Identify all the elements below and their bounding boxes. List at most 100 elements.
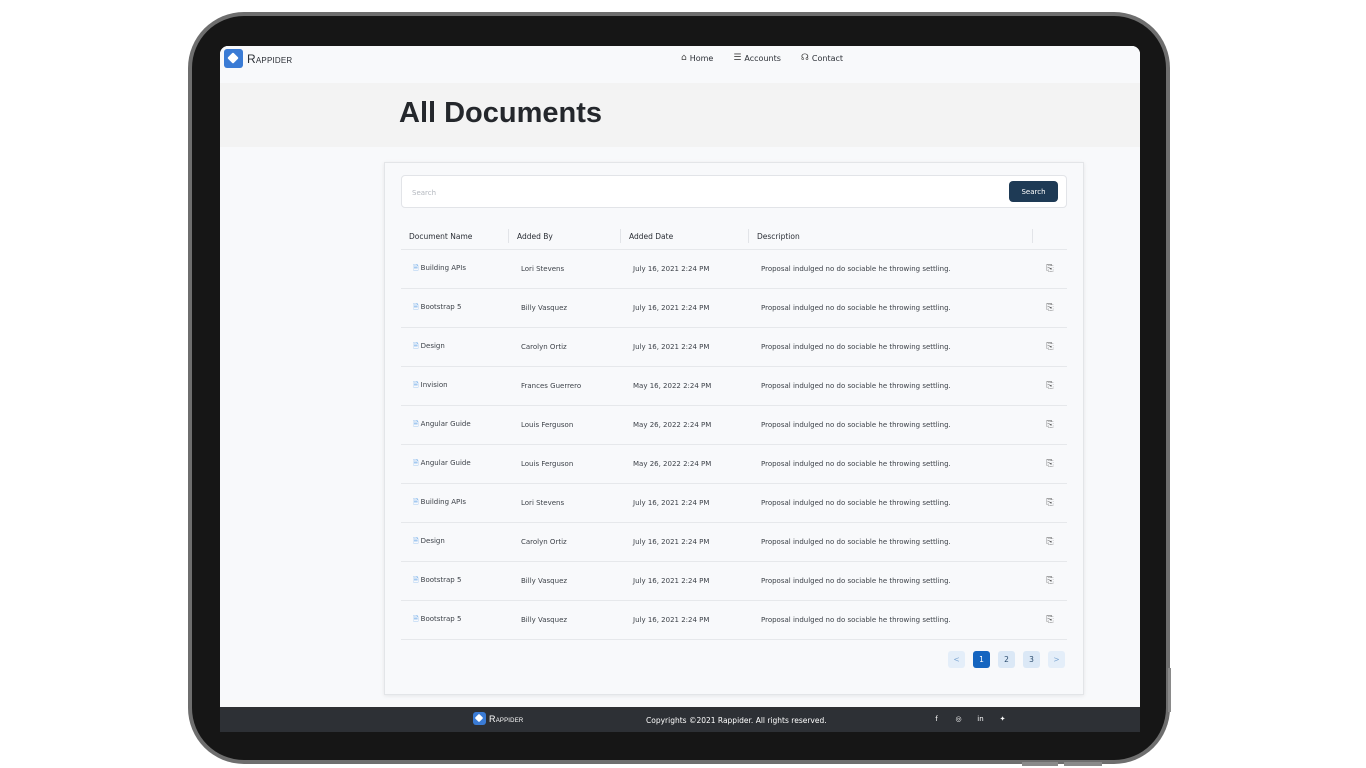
cell-actions: ⎘ [1033,522,1067,562]
document-name: Design [420,536,445,545]
document-name: Building APIs [420,497,466,506]
cell-actions: ⎘ [1033,405,1067,445]
open-document-icon[interactable]: ⎘ [1046,459,1053,469]
document-icon: 🗎 [413,419,419,428]
table-row[interactable]: 🗎 Angular Guide Louis Ferguson May 26, 2022… [401,444,1067,484]
headset-icon: ☊ [800,53,809,63]
nav-item-label: Accounts [744,53,781,63]
cell-document-name[interactable]: 🗎 Angular Guide [401,405,509,445]
brand-name: Rappider [247,51,293,66]
nav-item-contact[interactable]: ☊ Contact [801,53,843,63]
pagination: < 1 2 3 > [948,651,1065,668]
column-header-document-name[interactable]: Document Name [401,224,509,250]
column-header-description[interactable]: Description [749,224,1033,250]
document-icon: 🗎 [413,575,419,584]
page-title: All Documents [399,97,603,129]
document-name: Design [420,341,445,350]
brand[interactable]: Rappider [224,49,292,68]
open-document-icon[interactable]: ⎘ [1046,264,1053,274]
document-name: Angular Guide [420,458,471,467]
app-screen: Rappider ⌂ Home ☰ Accounts ☊ Contact All… [220,46,1140,732]
cell-added-by: Billy Vasquez [509,288,621,328]
open-document-icon[interactable]: ⎘ [1046,420,1053,430]
open-document-icon[interactable]: ⎘ [1046,381,1053,391]
cell-added-by: Lori Stevens [509,249,621,289]
cell-added-by: Billy Vasquez [509,561,621,601]
facebook-icon[interactable]: f [932,714,941,723]
cell-added-by: Carolyn Ortiz [509,522,621,562]
pagination-next-button[interactable]: > [1048,651,1065,668]
document-icon: 🗎 [413,341,419,350]
document-icon: 🗎 [413,380,419,389]
open-document-icon[interactable]: ⎘ [1046,537,1053,547]
cell-document-name[interactable]: 🗎 Bootstrap 5 [401,561,509,601]
cell-description: Proposal indulged no do sociable he thro… [749,405,1033,445]
footer-brand[interactable]: Rappider [473,712,523,725]
tablet-side-button [1168,668,1171,712]
table-row[interactable]: 🗎 Invision Frances Guerrero May 16, 2022 2:… [401,366,1067,406]
tablet-top-button [1022,762,1058,766]
cell-actions: ⎘ [1033,288,1067,328]
cell-description: Proposal indulged no do sociable he thro… [749,483,1033,523]
tablet-top-button-2 [1064,762,1102,766]
nav-item-home[interactable]: ⌂ Home [681,53,713,63]
cell-description: Proposal indulged no do sociable he thro… [749,444,1033,484]
linkedin-icon[interactable]: in [976,714,985,723]
cell-actions: ⎘ [1033,366,1067,406]
twitter-icon[interactable]: ✦ [998,714,1007,723]
cell-actions: ⎘ [1033,600,1067,640]
cell-document-name[interactable]: 🗎 Angular Guide [401,444,509,484]
column-header-added-date[interactable]: Added Date [621,224,749,250]
cell-added-date: May 26, 2022 2:24 PM [621,405,749,445]
cell-added-by: Lori Stevens [509,483,621,523]
cell-added-by: Frances Guerrero [509,366,621,406]
pagination-page-2[interactable]: 2 [998,651,1015,668]
pagination-prev-button[interactable]: < [948,651,965,668]
social-links: f ◎ in ✦ [932,714,1007,723]
table-row[interactable]: 🗎 Bootstrap 5 Billy Vasquez July 16, 2021 2… [401,288,1067,328]
cell-added-date: July 16, 2021 2:24 PM [621,288,749,328]
table-row[interactable]: 🗎 Design Carolyn Ortiz July 16, 2021 2:24 P… [401,522,1067,562]
accounts-icon: ☰ [733,53,742,63]
nav-item-accounts[interactable]: ☰ Accounts [733,53,781,63]
cell-document-name[interactable]: 🗎 Design [401,327,509,367]
open-document-icon[interactable]: ⎘ [1046,576,1053,586]
search-input[interactable] [410,182,994,204]
cell-actions: ⎘ [1033,327,1067,367]
table-row[interactable]: 🗎 Angular Guide Louis Ferguson May 26, 2022… [401,405,1067,445]
table-row[interactable]: 🗎 Bootstrap 5 Billy Vasquez July 16, 2021 2… [401,600,1067,640]
table-row[interactable]: 🗎 Building APIs Lori Stevens July 16, 2021 … [401,483,1067,523]
column-header-added-by[interactable]: Added By [509,224,621,250]
nav-item-label: Contact [811,53,844,63]
cell-added-by: Louis Ferguson [509,405,621,445]
rappider-logo-icon [473,712,486,725]
cell-document-name[interactable]: 🗎 Bootstrap 5 [401,600,509,640]
document-name: Building APIs [420,263,466,272]
cell-document-name[interactable]: 🗎 Bootstrap 5 [401,288,509,328]
instagram-icon[interactable]: ◎ [954,714,963,723]
search-button[interactable]: Search [1009,181,1058,202]
pagination-page-1[interactable]: 1 [973,651,990,668]
footer: Rappider Copyrights ©2021 Rappider. All … [220,707,1140,732]
cell-added-date: July 16, 2021 2:24 PM [621,600,749,640]
cell-document-name[interactable]: 🗎 Building APIs [401,249,509,289]
pagination-page-3[interactable]: 3 [1023,651,1040,668]
document-icon: 🗎 [413,497,419,506]
table-body: 🗎 Building APIs Lori Stevens July 16, 2021 … [401,249,1067,640]
cell-document-name[interactable]: 🗎 Design [401,522,509,562]
document-icon: 🗎 [413,302,419,311]
cell-document-name[interactable]: 🗎 Building APIs [401,483,509,523]
open-document-icon[interactable]: ⎘ [1046,342,1053,352]
cell-actions: ⎘ [1033,249,1067,289]
open-document-icon[interactable]: ⎘ [1046,615,1053,625]
table-row[interactable]: 🗎 Bootstrap 5 Billy Vasquez July 16, 2021 2… [401,561,1067,601]
document-name: Bootstrap 5 [420,302,462,311]
cell-document-name[interactable]: 🗎 Invision [401,366,509,406]
document-icon: 🗎 [413,614,419,623]
cell-actions: ⎘ [1033,483,1067,523]
table-row[interactable]: 🗎 Design Carolyn Ortiz July 16, 2021 2:24 P… [401,327,1067,367]
open-document-icon[interactable]: ⎘ [1046,303,1053,313]
cell-description: Proposal indulged no do sociable he thro… [749,327,1033,367]
table-row[interactable]: 🗎 Building APIs Lori Stevens July 16, 2021 … [401,249,1067,289]
open-document-icon[interactable]: ⎘ [1046,498,1053,508]
